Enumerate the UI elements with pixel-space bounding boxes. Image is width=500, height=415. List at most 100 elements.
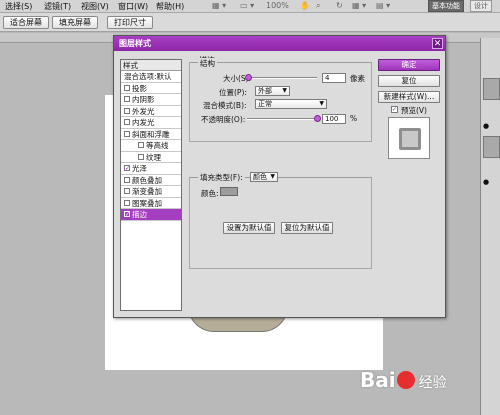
fit-screen-button[interactable]: 适合屏幕 [3, 16, 49, 29]
watermark-text-right: 经验 [418, 375, 447, 391]
style-list-item-label: 等高线 [146, 141, 169, 150]
opacity-label: 不透明度(O): [201, 115, 246, 124]
layers-panel-edge: ● ● [480, 38, 500, 415]
chevron-down-icon: ▼ [270, 173, 275, 180]
style-list-item[interactable]: 内阴影 [121, 94, 181, 106]
style-checkbox[interactable] [124, 130, 130, 137]
style-checkbox[interactable]: ✓ [124, 211, 130, 218]
style-preview-thumbnail [388, 117, 430, 159]
menu-view[interactable]: 视图(V) [81, 1, 109, 12]
eye-icon[interactable]: ● [483, 178, 491, 186]
close-icon[interactable]: ✕ [432, 38, 443, 49]
fill-screen-button[interactable]: 填充屏幕 [52, 16, 98, 29]
workspace-design[interactable]: 设计 [470, 0, 492, 12]
hand-tool-icon[interactable]: ✋ [300, 1, 310, 10]
opacity-unit: % [350, 114, 358, 123]
fill-type-select[interactable]: 颜色 ▼ [250, 172, 278, 182]
style-list-item-label: 混合选项:默认 [124, 72, 172, 81]
position-value: 外部 [258, 87, 272, 95]
screen-mode-icon[interactable]: ▭ ▾ [240, 1, 254, 10]
preview-label: 预览(V) [401, 106, 427, 115]
style-checkbox[interactable] [124, 188, 130, 194]
workspace-essentials[interactable]: 基本功能 [428, 0, 464, 12]
style-list-item-label: 斜面和浮雕 [132, 129, 170, 139]
dialog-title: 图层样式 [119, 39, 151, 48]
style-checkbox[interactable] [124, 107, 130, 114]
style-list-item-label: 纹理 [146, 152, 161, 162]
preview-square [399, 128, 421, 150]
style-list-item[interactable]: ✓ 描边 [121, 209, 181, 221]
position-select[interactable]: 外部 ▼ [255, 86, 290, 96]
chevron-down-icon: ▼ [282, 87, 287, 94]
new-style-button[interactable]: 新建样式(W)... [378, 91, 440, 103]
style-list-items: 混合选项:默认 投影 内阴影 外发光 内发光 斜面和浮雕 等高线 纹理 ✓ 光泽 颜色叠加 渐变叠加图… [121, 71, 181, 221]
style-list-item[interactable]: 外发光 [121, 106, 181, 117]
style-checkbox[interactable] [124, 176, 130, 183]
style-list-item[interactable]: 颜色叠加 [121, 175, 181, 186]
dialog-titlebar[interactable]: 图层样式 ✕ [114, 36, 445, 51]
style-list-item[interactable]: ✓ 光泽 [121, 163, 181, 175]
fill-type-value: 颜色 [253, 173, 267, 181]
style-checkbox[interactable] [124, 84, 130, 91]
rotate-view-icon[interactable]: ↻ [336, 1, 343, 10]
size-slider-track[interactable] [247, 77, 317, 79]
grid-icon[interactable]: ▦ ▾ [352, 1, 366, 10]
blend-mode-label: 混合模式(B): [203, 101, 247, 110]
style-checkbox[interactable] [124, 119, 130, 125]
fill-type-label: 填充类型(F): [198, 172, 245, 183]
style-list-item[interactable]: 投影 [121, 83, 181, 94]
size-input[interactable]: 4 [322, 73, 346, 83]
arrange-icon[interactable]: ▦ ▾ [212, 1, 226, 10]
set-default-button[interactable]: 设置为默认值 [223, 222, 275, 234]
style-list-item-label: 内阴影 [132, 95, 155, 104]
style-checkbox[interactable] [138, 153, 144, 160]
preview-checkbox[interactable]: ✓ [391, 106, 398, 113]
menu-window[interactable]: 窗口(W) [118, 1, 148, 12]
style-list-item-label: 光泽 [132, 164, 147, 173]
style-list-item[interactable]: 斜面和浮雕 [121, 129, 181, 140]
blend-mode-select[interactable]: 正常 ▼ [255, 99, 327, 109]
style-checkbox[interactable]: ✓ [124, 165, 130, 172]
watermark-text-left: Bai [360, 368, 396, 392]
blend-mode-value: 正常 [258, 100, 272, 108]
style-list-item-label: 内发光 [132, 118, 155, 127]
style-list-item[interactable]: 渐变叠加 [121, 186, 181, 198]
opacity-slider-thumb[interactable] [314, 115, 321, 122]
style-checkbox[interactable] [124, 96, 130, 102]
options-bar: 适合屏幕 填充屏幕 打印尺寸 [0, 13, 500, 32]
layer-thumbnail[interactable] [483, 136, 500, 158]
opacity-slider-track[interactable] [247, 118, 317, 120]
style-list-item-label: 投影 [132, 83, 147, 93]
style-list-item-label: 图案叠加 [132, 198, 162, 208]
eye-icon[interactable]: ● [483, 122, 491, 130]
stroke-color-swatch[interactable] [220, 187, 238, 196]
opacity-input[interactable]: 100 [322, 114, 346, 124]
style-list: 样式 混合选项:默认 投影 内阴影 外发光 内发光 斜面和浮雕 等高线 纹理 ✓ 光泽 颜色叠加 渐变… [120, 59, 182, 311]
style-list-item[interactable]: 等高线 [121, 140, 181, 152]
menu-filter[interactable]: 滤镜(T) [44, 1, 71, 12]
layer-style-dialog: 图层样式 ✕ 样式 混合选项:默认 投影 内阴影 外发光 内发光 斜面和浮雕 等高线 纹理 ✓ 光… [113, 35, 446, 318]
layer-thumbnail[interactable] [483, 78, 500, 100]
style-list-item[interactable]: 图案叠加 [121, 198, 181, 209]
color-label: 颜色: [201, 189, 219, 198]
menu-bar: 选择(S) 滤镜(T) 视图(V) 窗口(W) 帮助(H) ▦ ▾ ▭ ▾ 10… [0, 0, 500, 13]
style-checkbox[interactable] [124, 199, 130, 206]
print-size-button[interactable]: 打印尺寸 [107, 16, 153, 29]
menu-select[interactable]: 选择(S) [5, 1, 32, 12]
reset-button[interactable]: 复位 [378, 75, 440, 87]
style-list-item-label: 外发光 [132, 106, 155, 116]
zoom-tool-icon[interactable]: ⌕ [316, 1, 320, 11]
extras-icon[interactable]: ▤ ▾ [376, 1, 390, 10]
menu-help[interactable]: 帮助(H) [156, 1, 184, 12]
style-list-header: 样式 [121, 60, 181, 71]
reset-default-button[interactable]: 复位为默认值 [281, 222, 333, 234]
style-list-item[interactable]: 混合选项:默认 [121, 71, 181, 83]
ok-button[interactable]: 确定 [378, 59, 440, 71]
style-list-item-label: 渐变叠加 [132, 187, 162, 196]
style-list-item[interactable]: 纹理 [121, 152, 181, 163]
size-unit: 像素 [350, 74, 365, 83]
style-checkbox[interactable] [138, 142, 144, 148]
paw-logo-icon [396, 370, 415, 389]
zoom-level[interactable]: 100% [266, 1, 289, 10]
style-list-item[interactable]: 内发光 [121, 117, 181, 129]
